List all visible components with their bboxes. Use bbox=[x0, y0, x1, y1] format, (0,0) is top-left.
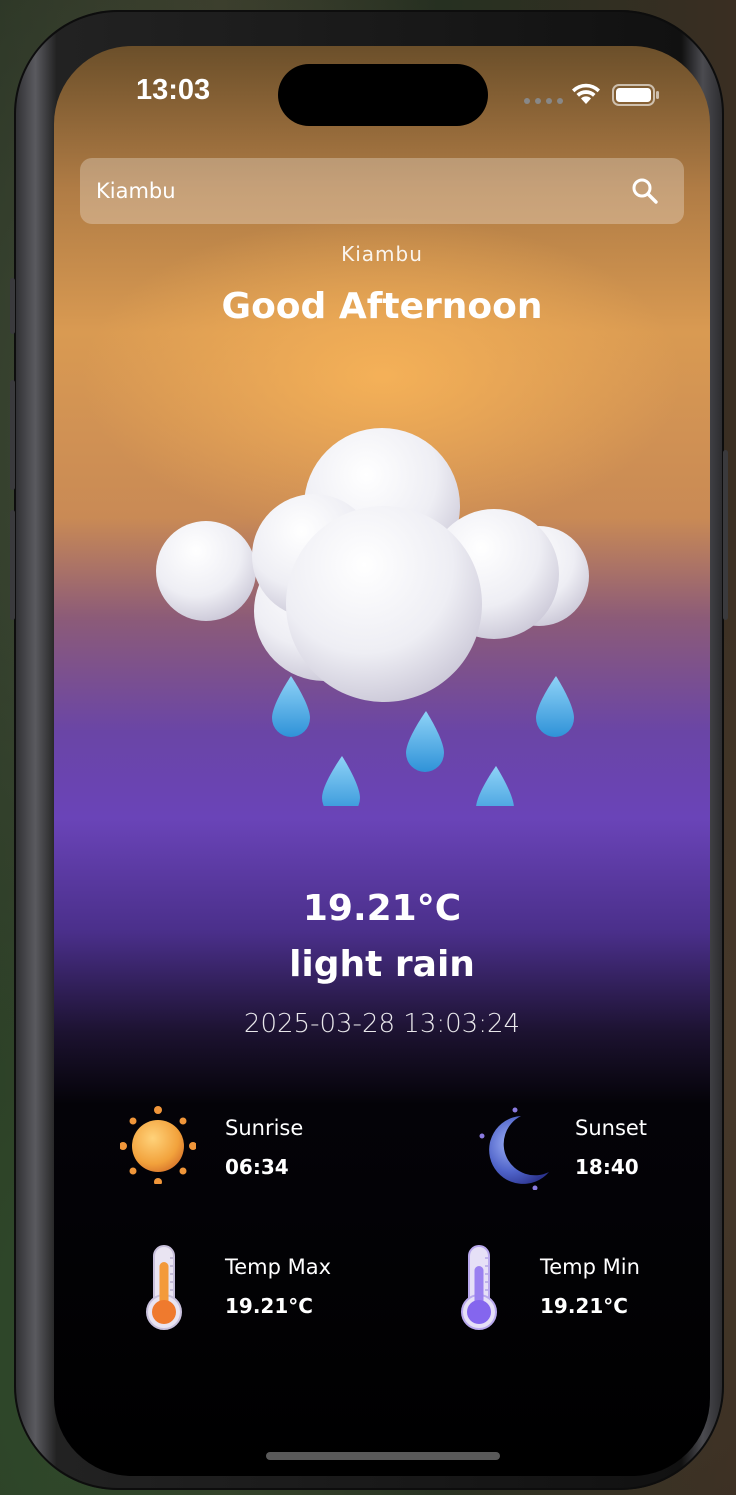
temp-min-label: Temp Min bbox=[540, 1255, 640, 1279]
sun-icon bbox=[120, 1106, 196, 1184]
phone-frame: 13:03 Kiambu Good Afternoon bbox=[10, 10, 728, 1490]
weather-description: light rain bbox=[289, 944, 475, 985]
action-button bbox=[10, 278, 15, 334]
wifi-icon bbox=[572, 83, 600, 104]
app-screen: 13:03 Kiambu Good Afternoon bbox=[54, 46, 710, 1476]
status-time: 13:03 bbox=[136, 74, 211, 106]
search-bar[interactable] bbox=[80, 158, 684, 224]
dynamic-island bbox=[278, 64, 488, 126]
sunset-label: Sunset bbox=[575, 1116, 648, 1140]
temp-max-value: 19.21°C bbox=[225, 1294, 313, 1318]
volume-up-button bbox=[10, 380, 15, 490]
sunrise-label: Sunrise bbox=[225, 1116, 304, 1140]
power-button bbox=[723, 450, 728, 620]
moon-icon bbox=[479, 1107, 549, 1190]
battery-icon bbox=[612, 84, 659, 106]
home-indicator[interactable] bbox=[266, 1452, 500, 1460]
search-icon[interactable] bbox=[630, 176, 660, 206]
date-time: 2025-03-28 13:03:24 bbox=[243, 1009, 521, 1039]
thermometer-hot-icon bbox=[146, 1245, 182, 1330]
sunset-value: 18:40 bbox=[575, 1155, 639, 1179]
volume-down-button bbox=[10, 510, 15, 620]
temp-max-label: Temp Max bbox=[225, 1255, 332, 1279]
temperature: 19.21°C bbox=[302, 888, 462, 929]
thermometer-cold-icon bbox=[461, 1245, 497, 1330]
city-name: Kiambu bbox=[341, 242, 423, 266]
greeting-title: Good Afternoon bbox=[221, 286, 543, 327]
cellular-signal-icon bbox=[524, 98, 563, 104]
sunrise-value: 06:34 bbox=[225, 1155, 289, 1179]
rain-cloud-icon bbox=[156, 428, 589, 806]
temp-min-value: 19.21°C bbox=[540, 1294, 628, 1318]
search-input[interactable] bbox=[96, 170, 596, 212]
